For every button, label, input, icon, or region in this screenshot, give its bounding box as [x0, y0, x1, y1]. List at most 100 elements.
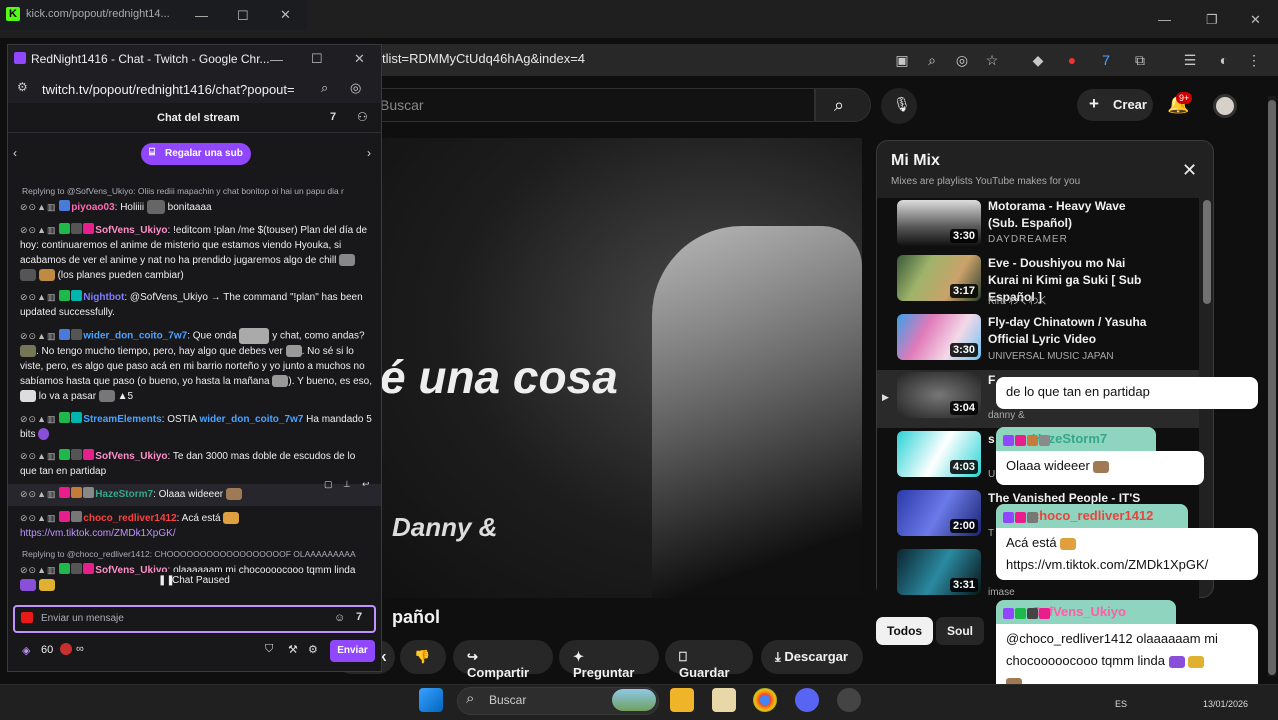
mix-item-title: Fly-day Chinatown / Yasuha Official Lyri… — [988, 315, 1147, 346]
search-icon: ⌕ — [466, 690, 475, 707]
users-icon[interactable]: ⚇ — [357, 110, 368, 124]
share-button[interactable]: ↪ Compartir — [453, 640, 553, 680]
video-thumbnail: 4:03 — [897, 431, 981, 477]
chat-message: ⊘⊙▲▥ StreamElements: OSTIA wider_don_coi… — [20, 412, 372, 441]
gift-sub-button[interactable]: ⌸ Regalar una sub — [141, 143, 251, 165]
mix-subtitle: Mixes are playlists YouTube makes for yo… — [891, 176, 1081, 187]
mix-item-channel: T — [988, 528, 995, 539]
save-button[interactable]: ⎕ Guardar — [665, 640, 753, 680]
chip-soul[interactable]: Soul — [936, 617, 984, 645]
page-scrollbar[interactable] — [1268, 100, 1276, 675]
mix-item[interactable]: 3:30 Fly-day Chinatown / Yasuha Official… — [897, 314, 1197, 372]
zoom-icon[interactable]: ⌕ — [922, 50, 942, 70]
install-app-icon[interactable]: ▣ — [892, 50, 912, 70]
emote-picker-icon[interactable]: ☺ — [334, 612, 345, 624]
create-button[interactable]: + Crear — [1077, 89, 1153, 121]
chat-message: ⊘⊙▲▥ HazeStorm7: Olaaa wideeer — [20, 487, 372, 502]
maximize-icon[interactable]: ☐ — [311, 51, 323, 67]
mix-item-channel: danny & — [988, 410, 1025, 421]
chevron-left-icon[interactable]: ‹ — [13, 146, 17, 160]
puzzle-icon[interactable]: ⧉ — [1130, 50, 1150, 70]
zoom-icon[interactable]: ⌕ — [321, 80, 328, 96]
7tv-icon[interactable]: 7 — [330, 111, 336, 123]
download-button[interactable]: ⤓ Descargar — [761, 640, 863, 674]
mod-icons[interactable]: ⊘⊙▲▥ — [20, 511, 57, 526]
mod-icons[interactable]: ⊘⊙▲▥ — [20, 290, 57, 305]
infinity-label: ∞ — [76, 643, 84, 655]
profile-icon[interactable]: ◐ — [1214, 50, 1234, 70]
maximize-icon[interactable]: ☐ — [237, 8, 249, 24]
close-icon[interactable]: ✕ — [280, 7, 291, 23]
voice-search-button[interactable]: 🎙 — [881, 88, 917, 124]
youtube-search-button[interactable]: ⌕ — [815, 88, 871, 122]
close-icon[interactable]: ✕ — [1182, 160, 1197, 181]
reply-icon[interactable]: ↩ — [362, 479, 370, 490]
close-icon[interactable]: ✕ — [354, 51, 365, 67]
minimize-icon[interactable]: — — [1158, 12, 1171, 27]
youtube-search-input[interactable] — [370, 88, 815, 122]
pin-icon[interactable]: ⊥ — [343, 479, 351, 490]
chevron-right-icon[interactable]: › — [367, 146, 371, 160]
bookmark-star-icon[interactable]: ☆ — [982, 50, 1002, 70]
mod-icons[interactable]: ⊘⊙▲▥ — [20, 412, 57, 427]
extension-icon[interactable]: ◆ — [1028, 50, 1048, 70]
mod-icons[interactable]: ⊘⊙▲▥ — [20, 223, 57, 238]
adblock-icon[interactable]: ● — [1062, 50, 1082, 70]
file-explorer-icon[interactable] — [670, 688, 694, 712]
windows-start-icon[interactable] — [419, 688, 443, 712]
search-icon: ⌕ — [834, 95, 845, 115]
app-icon[interactable] — [837, 688, 861, 712]
sparkle-icon: ✦ — [573, 649, 584, 664]
settings-gear-icon[interactable]: ⚙ — [308, 643, 318, 656]
kick-logo-icon: K — [6, 7, 20, 21]
input-language[interactable]: ES — [1115, 699, 1127, 709]
chat-input-placeholder: Enviar un mensaje — [41, 613, 124, 624]
mix-scrollbar[interactable] — [1203, 200, 1211, 304]
shield-icon[interactable]: ⛉ — [265, 643, 273, 656]
menu-icon[interactable]: ⋮ — [1244, 50, 1264, 70]
mix-item[interactable]: 3:17 Eve - Doushiyou mo Nai Kurai ni Kim… — [897, 255, 1197, 313]
translate-extension-icon[interactable]: 7 — [1096, 50, 1116, 70]
channel-points-icon[interactable]: ◈ — [22, 644, 30, 657]
eye-off-icon[interactable]: ◎ — [952, 50, 972, 70]
mod-icons[interactable]: ⊘⊙▲▥ — [20, 329, 57, 344]
taskbar-date[interactable]: 13/01/2026 — [1203, 699, 1248, 709]
address-url: tlist=RDMMyCtUdq46hAg&index=4 — [382, 51, 586, 66]
chat-message: ⊘⊙▲▥ SofVens_Ukiyo: Te dan 3000 mas dobl… — [20, 449, 356, 477]
mix-item-channel: imase — [988, 587, 1015, 598]
video-thumbnail: 3:04 — [897, 372, 981, 418]
copy-icon[interactable]: ▢ — [324, 479, 333, 490]
eye-off-icon[interactable]: ◎ — [350, 80, 361, 96]
chat-paused-indicator[interactable]: ❚❚ Chat Paused — [152, 572, 238, 592]
dislike-button[interactable]: 👎 — [400, 640, 446, 674]
video-thumbnail: 3:17 — [897, 255, 981, 301]
mod-tools-icon[interactable]: ⚒ — [288, 643, 298, 656]
discord-icon[interactable] — [795, 688, 819, 712]
close-icon[interactable]: ✕ — [1250, 12, 1261, 28]
avatar[interactable] — [1213, 94, 1237, 118]
chat-message: ⊘⊙▲▥ choco_redliver1412: Acá está https:… — [20, 511, 372, 541]
chrome-icon[interactable] — [753, 688, 777, 712]
restore-icon[interactable]: ❐ — [1206, 12, 1218, 28]
chip-all[interactable]: Todos — [876, 617, 934, 645]
app-icon[interactable] — [712, 688, 736, 712]
create-label: Crear — [1113, 97, 1147, 112]
7tv-icon[interactable]: 7 — [356, 611, 362, 623]
minimize-icon[interactable]: — — [195, 8, 208, 23]
bits-icon[interactable] — [60, 643, 72, 655]
ask-button[interactable]: ✦ Preguntar — [559, 640, 659, 680]
media-icon[interactable]: ☰ — [1180, 50, 1200, 70]
pause-icon: ❚❚ — [158, 575, 175, 586]
minimize-icon[interactable]: — — [270, 52, 283, 67]
mod-icons[interactable]: ⊘⊙▲▥ — [20, 563, 57, 578]
plus-icon: + — [1089, 94, 1099, 113]
mod-icons[interactable]: ⊘⊙▲▥ — [20, 200, 57, 215]
mod-icons[interactable]: ⊘⊙▲▥ — [20, 487, 57, 502]
mod-icons[interactable]: ⊘⊙▲▥ — [20, 449, 57, 464]
twitch-url: twitch.tv/popout/rednight1416/chat?popou… — [42, 82, 295, 97]
chat-link[interactable]: https://vm.tiktok.com/ZMDk1XpGK/ — [20, 528, 176, 539]
send-button[interactable]: Enviar — [330, 640, 375, 662]
site-info-icon[interactable]: ⚙ — [17, 80, 28, 94]
mix-item[interactable]: 3:30 Motorama - Heavy Wave (Sub. Español… — [897, 199, 1197, 258]
chat-message: ⊘⊙▲▥ Nightbot: @SofVens_Ukiyo → The comm… — [20, 290, 363, 318]
